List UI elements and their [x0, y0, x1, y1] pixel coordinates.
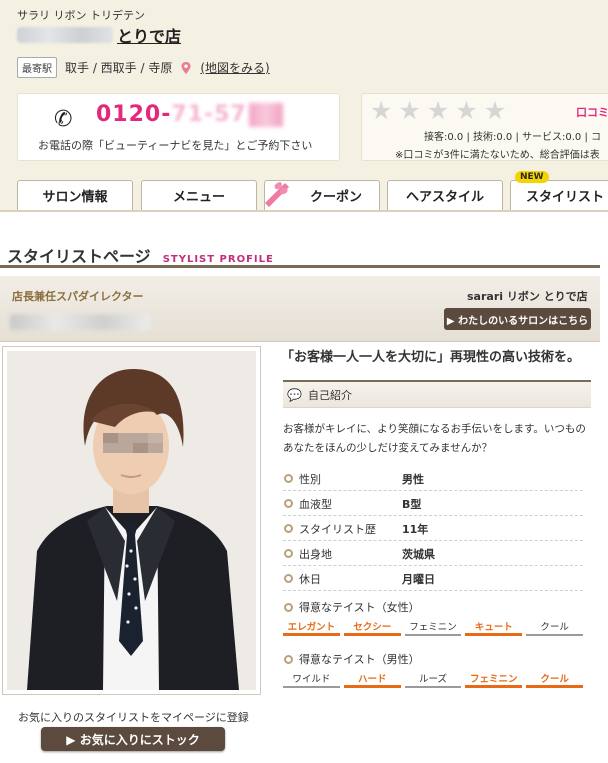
tab-divider [0, 210, 608, 212]
phone-box: ✆ 0120- 71-57 お電話の際「ビューティーナビを見た」とご予約下さい [17, 93, 340, 161]
station-tag: 最寄駅 [17, 57, 57, 78]
attr-value: 男性 [402, 472, 424, 486]
phone-number-prefix: 0120- [96, 102, 172, 127]
star-icon: ★ [483, 96, 507, 125]
bullet-icon [284, 654, 293, 664]
rating-stars: ★ ★ ★ ★ ★ [370, 98, 506, 123]
taste-title: 得意なテイスト（男性） [283, 650, 583, 668]
tab-hairstyle[interactable]: ヘアスタイル [387, 180, 503, 210]
tab-bar: サロン情報 メニュー クーポン ヘアスタイル NEW スタイリスト [17, 171, 608, 210]
taste-chip: エレガント [283, 618, 340, 636]
title-divider [0, 265, 600, 268]
station-list: 取手 / 西取手 / 寺原 [65, 61, 173, 75]
salon-name[interactable]: とりで店 [17, 24, 181, 46]
rating-box: ★ ★ ★ ★ ★ 口コミ 接客:0.0 | 技術:0.0 | サービス:0.0… [361, 93, 608, 161]
phone-number-redacted [248, 102, 283, 127]
star-icon: ★ [455, 96, 478, 125]
profile-header: 店長兼任スパダイレクター sarari リボン とりで店 ▶ わたしのいるサロン… [0, 276, 600, 342]
taste-title-label: 得意なテイスト（男性） [299, 653, 420, 666]
taste-chip: フェミニン [404, 618, 462, 636]
attr-value: 月曜日 [402, 572, 435, 586]
attr-row: 出身地 茨城県 [283, 542, 583, 566]
taste-title-label: 得意なテイスト（女性） [299, 601, 420, 614]
taste-female: 得意なテイスト（女性） エレガント セクシー フェミニン キュート クール [283, 598, 583, 636]
taste-chip: ルーズ [404, 670, 462, 688]
tab-label: サロン情報 [42, 190, 108, 205]
salon-header: サラリ リボン トリデテン とりで店 最寄駅 取手 / 西取手 / 寺原 (地図… [0, 0, 608, 210]
stylist-portrait [7, 351, 256, 690]
favorite-button[interactable]: ▶ お気に入りにストック [41, 727, 225, 751]
star-icon: ★ [370, 96, 393, 125]
star-icon: ★ [398, 96, 421, 125]
salon-link-button[interactable]: ▶ わたしのいるサロンはこちら [444, 308, 591, 330]
tab-label: クーポン [309, 190, 362, 205]
rating-scores: 接客:0.0 | 技術:0.0 | サービス:0.0 | コ [424, 132, 601, 143]
attr-value: 茨城県 [402, 547, 435, 561]
taste-chip: ワイルド [283, 670, 340, 688]
phone-number[interactable]: 0120- 71-57 [96, 102, 283, 127]
intro-text: お客様がキレイに、より笑顔になるお手伝いをします。いつものあなたをほんの少しだけ… [283, 423, 586, 454]
tab-label: ヘアスタイル [405, 190, 484, 205]
tab-menu[interactable]: メニュー [141, 180, 257, 210]
speech-bubble-icon: 💬 [287, 387, 302, 402]
page-title: スタイリストページ STYLIST PROFILE [7, 243, 274, 267]
attr-key: 出身地 [299, 547, 332, 561]
attr-row: 血液型 B型 [283, 492, 583, 516]
page-title-jp: スタイリストページ [7, 247, 151, 266]
stylist-role: 店長兼任スパダイレクター [12, 290, 144, 303]
tab-coupon[interactable]: クーポン [264, 180, 380, 210]
taste-title: 得意なテイスト（女性） [283, 598, 583, 616]
tab-label: スタイリスト [525, 190, 604, 205]
attr-value: B型 [402, 497, 422, 511]
bullet-icon [284, 574, 293, 583]
bullet-icon [284, 524, 293, 533]
new-badge: NEW [515, 171, 549, 183]
attr-row: スタイリスト歴 11年 [283, 517, 583, 541]
taste-chip: ハード [343, 670, 401, 688]
attr-key: スタイリスト歴 [299, 522, 376, 536]
attr-row: 休日 月曜日 [283, 567, 583, 591]
attr-key: 血液型 [299, 497, 332, 511]
map-pin-icon [181, 61, 191, 74]
tab-salon-info[interactable]: サロン情報 [17, 180, 133, 210]
intro-heading: 💬 自己紹介 [283, 380, 591, 408]
favorite-label: お気に入りのスタイリストをマイページに登録 [18, 711, 249, 724]
taste-chip: クール [526, 618, 583, 636]
salon-name-suffix[interactable]: とりで店 [117, 23, 181, 47]
attr-key: 性別 [299, 472, 321, 486]
phone-icon: ✆ [54, 107, 73, 132]
attr-value: 11年 [402, 522, 429, 536]
stylist-name-redacted [10, 314, 150, 330]
salon-kana: サラリ リボン トリデテン [17, 9, 145, 22]
taste-male: 得意なテイスト（男性） ワイルド ハード ルーズ フェミニン クール [283, 650, 583, 688]
attr-row: 性別 男性 [283, 467, 583, 491]
bullet-icon [284, 602, 293, 612]
phone-note: お電話の際「ビューティーナビを見た」とご予約下さい [38, 139, 313, 152]
salon-name-redacted [17, 27, 113, 43]
bullet-icon [284, 499, 293, 508]
page-title-en: STYLIST PROFILE [162, 254, 274, 265]
taste-chip: フェミニン [465, 670, 523, 688]
tab-stylist[interactable]: NEW スタイリスト [510, 171, 608, 210]
map-link[interactable]: (地図をみる) [200, 59, 269, 76]
bullet-icon [284, 549, 293, 558]
nearest-station: 最寄駅 取手 / 西取手 / 寺原 (地図をみる) [17, 57, 270, 78]
taste-chip: クール [526, 670, 583, 688]
kuchikomi-link[interactable]: 口コミ [576, 104, 608, 120]
taste-chip: セクシー [343, 618, 401, 636]
taste-chip: キュート [465, 618, 523, 636]
stylist-photo [2, 346, 261, 695]
taste-chip-row: エレガント セクシー フェミニン キュート クール [283, 618, 583, 636]
attr-key: 休日 [299, 572, 321, 586]
bullet-icon [284, 474, 293, 483]
ribbon-icon [265, 182, 289, 207]
tab-label: メニュー [172, 190, 225, 205]
catch-copy: 「お客様一人一人を大切に」再現性の高い技術を。 [281, 350, 581, 365]
star-icon: ★ [426, 96, 450, 125]
intro-heading-label: 自己紹介 [307, 388, 352, 402]
phone-number-middle: 71-57 [171, 102, 247, 127]
stylist-salon: sarari リボン とりで店 [467, 290, 588, 303]
taste-chip-row: ワイルド ハード ルーズ フェミニン クール [283, 670, 583, 688]
rating-note: ※口コミが3件に満たないため、総合評価は表 [395, 150, 600, 161]
